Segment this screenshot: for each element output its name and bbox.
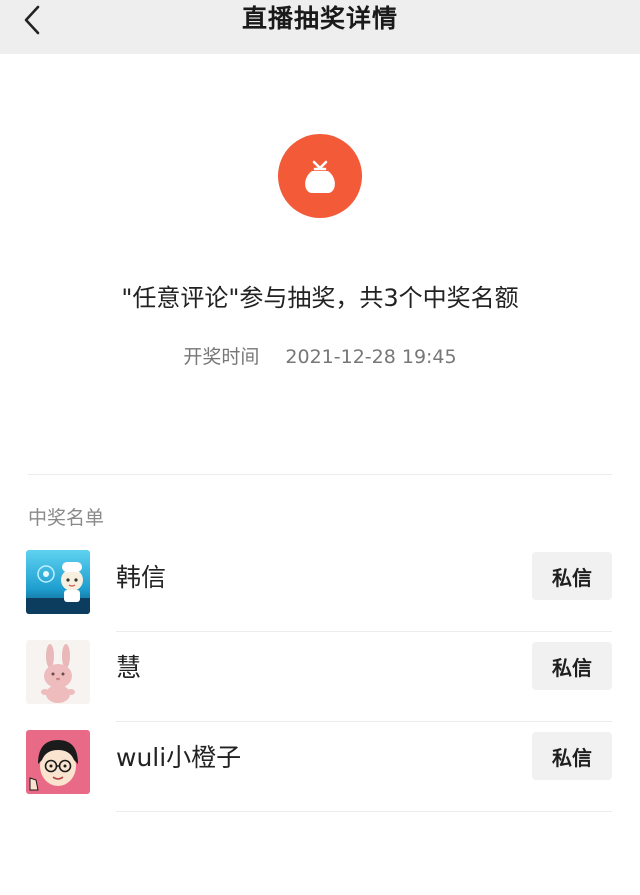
avatar-image <box>26 640 90 704</box>
winner-row: 韩信 私信 <box>0 542 640 632</box>
row-divider <box>116 811 612 812</box>
winner-name: wuli小橙子 <box>116 743 242 772</box>
lottery-detail-page: 直播抽奖详情 "任意评论"参与抽奖，共3个中奖名额 开奖时间 2021-12-28… <box>0 0 640 895</box>
avatar[interactable] <box>26 550 90 614</box>
winners-section-title: 中奖名单 <box>28 507 105 529</box>
winner-name: 韩信 <box>116 563 167 592</box>
winner-row: 慧 私信 <box>0 632 640 722</box>
winner-row: wuli小橙子 私信 <box>0 722 640 812</box>
lottery-description: "任意评论"参与抽奖，共3个中奖名额 <box>121 284 519 312</box>
page-title: 直播抽奖详情 <box>241 4 398 33</box>
private-message-button[interactable]: 私信 <box>532 642 612 690</box>
avatar-image <box>26 730 90 794</box>
draw-time: 开奖时间 2021-12-28 19:45 <box>0 342 640 372</box>
private-message-button[interactable]: 私信 <box>532 732 612 780</box>
winner-name: 慧 <box>116 653 142 682</box>
draw-time-label: 开奖时间 <box>183 346 260 368</box>
avatar[interactable] <box>26 640 90 704</box>
header-bar: 直播抽奖详情 <box>0 0 640 54</box>
section-divider <box>28 474 612 475</box>
private-message-button[interactable]: 私信 <box>532 552 612 600</box>
gift-bag-icon <box>305 160 335 193</box>
avatar-image <box>26 550 90 614</box>
prize-icon-badge <box>278 134 362 218</box>
draw-time-value: 2021-12-28 19:45 <box>285 346 457 368</box>
avatar[interactable] <box>26 730 90 794</box>
